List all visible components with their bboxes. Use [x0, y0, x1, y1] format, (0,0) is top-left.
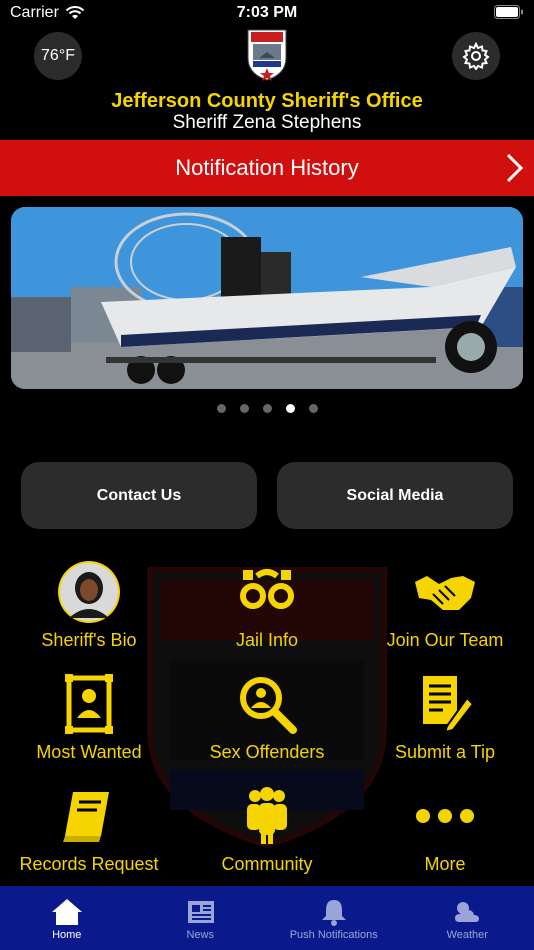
newspaper-icon: [188, 901, 215, 923]
ellipsis-icon: [413, 784, 477, 848]
more-tile[interactable]: More: [356, 784, 534, 888]
carousel-dot[interactable]: [262, 404, 272, 413]
status-time: 7:03 PM: [236, 4, 298, 21]
grid-item-label: Jail Info: [235, 630, 299, 650]
image-carousel[interactable]: [11, 207, 523, 389]
tab-news[interactable]: News: [134, 886, 268, 950]
gear-icon: [462, 42, 490, 70]
grid-item-label: Sex Offenders: [209, 742, 325, 762]
grid-item-label: Community: [221, 854, 313, 874]
handshake-icon: [413, 560, 477, 624]
carousel-dot-active[interactable]: [285, 404, 295, 413]
notification-history-label: Notification History: [175, 155, 359, 180]
grid-item-label: More: [424, 854, 466, 874]
sheriff-badge-logo: [247, 29, 287, 81]
contact-us-label: Contact Us: [96, 486, 182, 504]
join-our-team-tile[interactable]: Join Our Team: [356, 560, 534, 664]
social-media-label: Social Media: [346, 486, 444, 504]
most-wanted-tile[interactable]: Most Wanted: [0, 672, 178, 776]
magnify-person-icon: [235, 672, 299, 736]
sheriffs-bio-tile[interactable]: Sheriff's Bio: [0, 560, 178, 664]
jail-info-tile[interactable]: Jail Info: [178, 560, 356, 664]
settings-button[interactable]: [452, 32, 500, 80]
tab-home[interactable]: Home: [0, 886, 134, 950]
social-media-button[interactable]: Social Media: [277, 462, 513, 529]
carousel-dot[interactable]: [239, 404, 249, 413]
weather-icon: [455, 902, 480, 922]
bell-icon: [321, 900, 346, 926]
handcuffs-icon: [235, 560, 299, 624]
wanted-poster-icon: [57, 672, 121, 736]
document-pen-icon: [413, 672, 477, 736]
sheriff-portrait: [57, 560, 121, 624]
grid-item-label: Records Request: [19, 854, 159, 874]
contact-us-button[interactable]: Contact Us: [21, 462, 257, 529]
home-icon: [51, 899, 82, 925]
status-bar: Carrier 7:03 PM: [0, 0, 534, 28]
sex-offenders-tile[interactable]: Sex Offenders: [178, 672, 356, 776]
carousel-dot[interactable]: [308, 404, 318, 413]
page-subtitle: Sheriff Zena Stephens: [172, 112, 362, 133]
tab-bar: Home News Push Notifications Weather: [0, 886, 534, 950]
book-icon: [57, 784, 121, 848]
tab-weather[interactable]: Weather: [401, 886, 534, 950]
grid-item-label: Most Wanted: [36, 742, 142, 762]
grid-item-label: Sheriff's Bio: [41, 630, 137, 650]
notification-history-bar[interactable]: Notification History: [0, 140, 534, 196]
tab-label: Push Notifications: [289, 929, 378, 941]
chevron-right-icon: [506, 153, 524, 183]
group-icon: [235, 784, 299, 848]
temperature-button[interactable]: 76°F: [34, 32, 82, 80]
grid-item-label: Submit a Tip: [394, 742, 496, 762]
tab-label: Weather: [446, 929, 488, 941]
community-tile[interactable]: Community: [178, 784, 356, 888]
airboat-photo: [11, 207, 523, 389]
carousel-dot[interactable]: [216, 404, 226, 413]
battery-icon: [494, 5, 524, 24]
grid-item-label: Join Our Team: [386, 630, 504, 650]
tab-label: News: [186, 929, 214, 941]
page-title: Jefferson County Sheriff's Office: [111, 90, 423, 112]
tab-push-notifications[interactable]: Push Notifications: [267, 886, 401, 950]
submit-a-tip-tile[interactable]: Submit a Tip: [356, 672, 534, 776]
temperature-label: 76°F: [41, 47, 75, 64]
carousel-page-indicator[interactable]: [0, 404, 534, 413]
tab-label: Home: [52, 929, 82, 941]
records-request-tile[interactable]: Records Request: [0, 784, 178, 888]
